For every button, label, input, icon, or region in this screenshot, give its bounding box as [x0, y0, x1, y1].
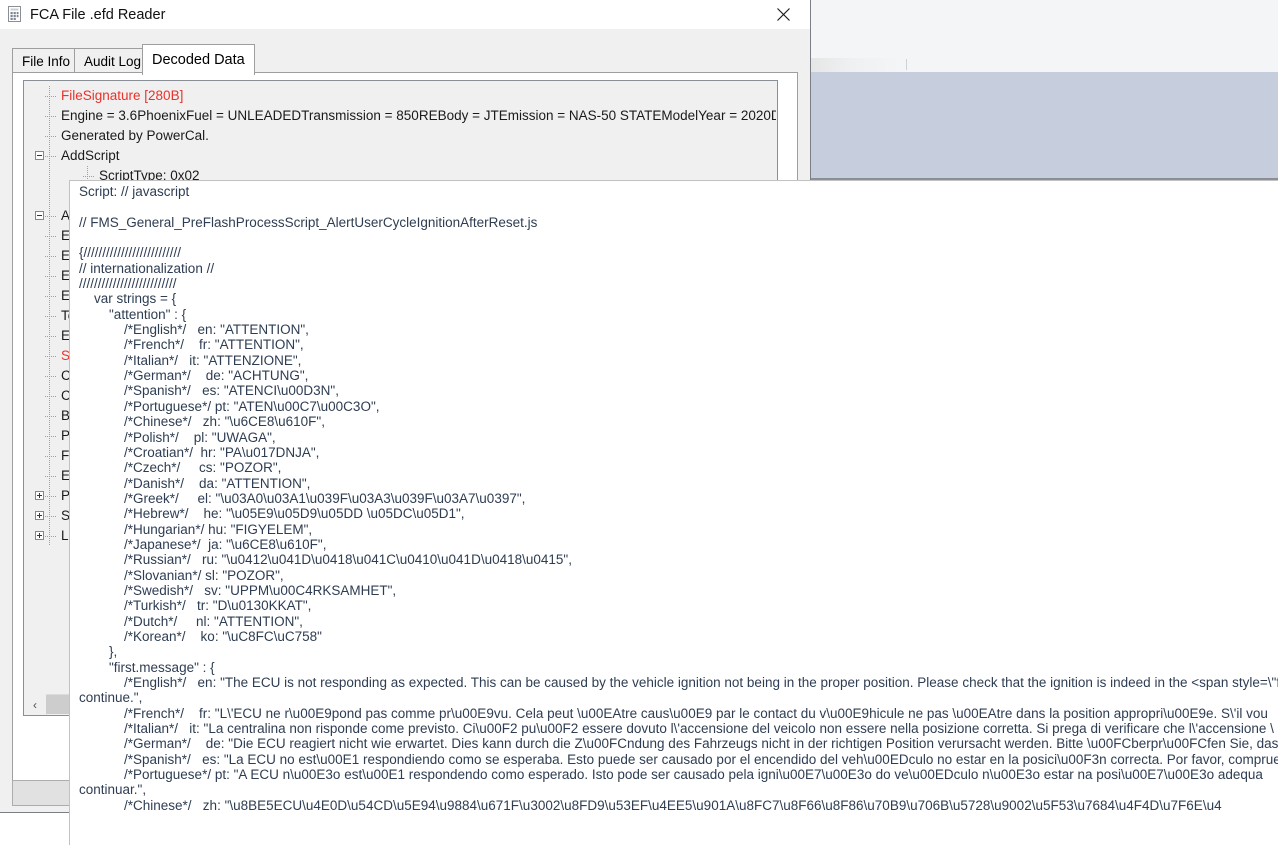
tree-guide-line	[45, 416, 57, 417]
tree-guide-line	[45, 136, 57, 137]
close-glyph	[777, 8, 790, 21]
window-title: FCA File .efd Reader	[30, 7, 166, 23]
background-window-tabstrip	[811, 58, 1278, 72]
tree-node-label: AddScript	[61, 148, 120, 163]
file-grid-icon	[7, 6, 23, 23]
decoded-script-text-panel[interactable]: Script: // javascript // FMS_General_Pre…	[69, 180, 1278, 845]
tree-guide-line	[45, 516, 57, 517]
tree-guide-line	[45, 116, 57, 117]
tab-audit-log[interactable]: Audit Log	[74, 48, 152, 73]
tree-node-label: Engine = 3.6PhoenixFuel = UNLEADEDTransm…	[61, 108, 776, 123]
tab-decoded-data[interactable]: Decoded Data	[142, 44, 255, 75]
tree-guide-line	[45, 276, 57, 277]
tree-node[interactable]: AddScript	[61, 146, 120, 166]
tree-guide-line	[45, 436, 57, 437]
expand-node-icon[interactable]	[35, 531, 44, 540]
tree-node-label: FileSignature [280B]	[61, 88, 184, 103]
title-bar[interactable]: FCA File .efd Reader	[0, 0, 810, 29]
background-window-header	[811, 0, 1278, 58]
collapse-node-icon[interactable]	[35, 211, 44, 220]
tree-guide-line	[45, 336, 57, 337]
tab-label: Decoded Data	[152, 52, 245, 68]
tab-strip: File Info Audit Log Decoded Data	[0, 29, 810, 75]
tab-label: Audit Log	[84, 53, 142, 69]
scroll-left-arrow-icon[interactable]: ‹	[24, 694, 47, 715]
tree-guide-line	[45, 356, 57, 357]
tree-node[interactable]: Generated by PowerCal.	[61, 126, 209, 146]
tree-guide-line	[45, 476, 57, 477]
tree-node[interactable]: FileSignature [280B]	[61, 86, 183, 106]
tree-guide-line	[45, 96, 57, 97]
tree-guide-line	[45, 496, 57, 497]
tree-guide-line	[45, 236, 57, 237]
tree-guide-line	[83, 176, 95, 177]
decoded-script-text: Script: // javascript // FMS_General_Pre…	[79, 184, 1278, 813]
tree-guide-line	[45, 456, 57, 457]
tree-guide-line	[45, 256, 57, 257]
tree-guide-line	[45, 216, 57, 217]
expand-node-icon[interactable]	[35, 511, 44, 520]
background-window-tab-separator	[906, 59, 907, 70]
close-icon[interactable]	[757, 0, 810, 29]
tree-guide-line	[45, 156, 57, 157]
tree-guide-line	[45, 296, 57, 297]
tab-file-info[interactable]: File Info	[12, 48, 81, 73]
tree-guide-line	[45, 316, 57, 317]
collapse-node-icon[interactable]	[35, 151, 44, 160]
background-window[interactable]	[810, 0, 1278, 180]
tree-node[interactable]: Engine = 3.6PhoenixFuel = UNLEADEDTransm…	[61, 106, 776, 126]
tree-guide-line	[45, 536, 57, 537]
tree-node-label: Generated by PowerCal.	[61, 128, 209, 143]
background-window-body	[811, 72, 1278, 178]
expand-node-icon[interactable]	[35, 491, 44, 500]
tree-guide-line	[45, 396, 57, 397]
tree-guide-line	[45, 376, 57, 377]
tab-label: File Info	[22, 53, 71, 69]
